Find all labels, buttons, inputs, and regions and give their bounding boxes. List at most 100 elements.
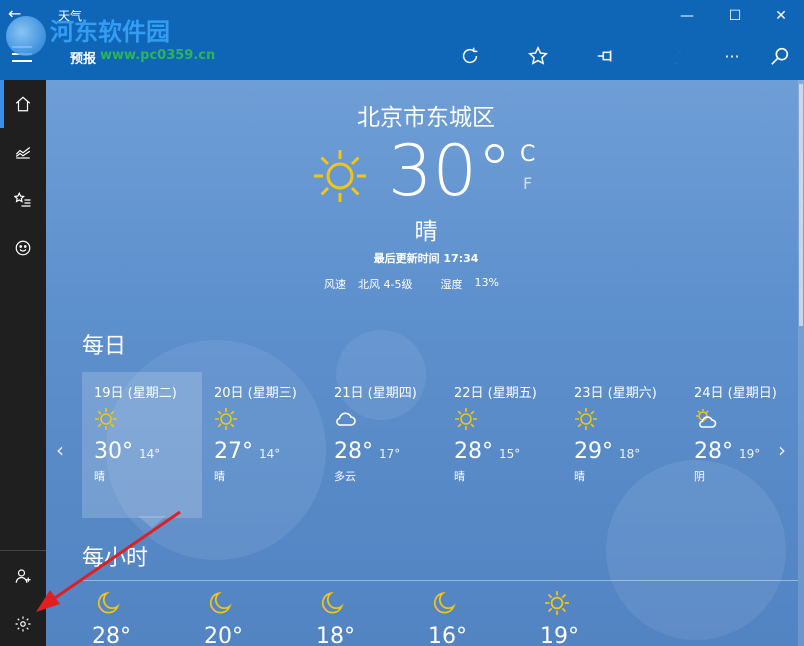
unit-fahrenheit-toggle[interactable]: F (523, 174, 532, 193)
hour-item[interactable]: 19° (540, 590, 620, 646)
day-low: 19° (739, 447, 761, 461)
day-condition: 晴 (574, 470, 585, 483)
home-icon (15, 96, 31, 112)
day-card[interactable]: 22日 (星期五) 28° 15° 晴 (442, 372, 562, 518)
day-high: 28° (454, 439, 493, 464)
active-indicator (0, 80, 4, 128)
hour-temperature: 19° (540, 624, 579, 646)
moon-icon (672, 47, 681, 65)
scrollbar[interactable] (798, 80, 804, 646)
favorite-star-icon (528, 46, 548, 65)
day-condition: 多云 (334, 470, 356, 483)
day-card[interactable]: 23日 (星期六) 29° 18° 晴 (562, 372, 682, 518)
humidity-value: 13% (474, 276, 499, 289)
sun-icon (545, 591, 569, 615)
humidity-label: 湿度 (440, 278, 463, 291)
moon-icon (97, 591, 120, 614)
hour-item[interactable]: 16° (428, 590, 508, 646)
current-temperature: 30° (388, 130, 513, 212)
feedback-smile-icon (15, 240, 31, 256)
hour-item[interactable]: 20° (204, 590, 284, 646)
sidebar-item-historical[interactable] (0, 128, 46, 176)
day-name: 22日 (星期五) (454, 386, 537, 401)
hour-temperature: 28° (92, 624, 131, 646)
day-high: 27° (214, 439, 253, 464)
hour-temperature: 20° (204, 624, 243, 646)
sidebar (0, 80, 46, 646)
daily-forecast-strip: 19日 (星期二) 30° 14° 晴 20日 (星期三) 27° 14° 晴 21… (82, 372, 802, 518)
day-low: 18° (619, 447, 641, 461)
app-bar: 预报 ··· (0, 32, 804, 80)
location-name[interactable]: 北京市东城区 (326, 98, 526, 132)
moon-icon (321, 591, 344, 614)
day-name: 24日 (星期日) (694, 386, 777, 401)
sidebar-item-account[interactable] (0, 552, 46, 600)
day-condition: 晴 (214, 470, 225, 483)
sun-icon (575, 408, 597, 430)
hourly-divider (82, 580, 798, 581)
maximize-button[interactable]: ☐ (712, 0, 758, 32)
day-name: 21日 (星期四) (334, 386, 417, 401)
moon-icon (209, 591, 232, 614)
last-updated: 最后更新时间 17:34 (373, 252, 479, 265)
refresh-button[interactable] (452, 40, 488, 72)
minimize-button[interactable]: — (664, 0, 710, 32)
more-button[interactable]: ··· (714, 40, 750, 72)
favorite-button[interactable] (520, 40, 556, 72)
refresh-icon (462, 47, 478, 64)
sun-icon (455, 408, 477, 430)
account-add-icon (15, 569, 31, 583)
back-button[interactable]: ← (8, 4, 21, 23)
search-button[interactable] (762, 40, 798, 72)
hourly-section-title: 每小时 (82, 546, 149, 571)
day-high: 29° (574, 439, 613, 464)
favorites-list-icon (14, 191, 31, 207)
scrollbar-thumb[interactable] (799, 84, 803, 326)
sidebar-item-feedback[interactable] (0, 224, 46, 272)
pin-icon (597, 50, 612, 62)
day-low: 17° (379, 447, 401, 461)
window-title: 天气 (58, 9, 83, 23)
title-bar: ← 天气 — ☐ ✕ (0, 0, 804, 32)
hour-item[interactable]: 28° (92, 590, 172, 646)
close-button[interactable]: ✕ (758, 0, 804, 32)
hamburger-menu-icon[interactable] (12, 46, 32, 62)
day-low: 14° (139, 447, 161, 461)
search-icon (771, 47, 789, 65)
unit-celsius-toggle[interactable]: C (520, 142, 535, 167)
wind-label: 风速 (324, 278, 346, 291)
sun-icon (215, 408, 237, 430)
day-name: 23日 (星期六) (574, 386, 657, 401)
day-condition: 晴 (94, 470, 105, 483)
hour-item[interactable]: 18° (316, 590, 396, 646)
day-high: 28° (334, 439, 373, 464)
day-card[interactable]: 19日 (星期二) 30° 14° 晴 (82, 372, 202, 518)
pin-button[interactable] (588, 40, 624, 72)
day-name: 20日 (星期三) (214, 386, 297, 401)
sidebar-item-forecast[interactable] (0, 80, 46, 128)
sidebar-divider (0, 550, 46, 551)
moon-icon (433, 591, 456, 614)
day-condition: 晴 (454, 470, 465, 483)
day-high: 30° (94, 439, 133, 464)
day-low: 14° (259, 447, 281, 461)
daily-prev-arrow[interactable]: ‹ (56, 438, 64, 462)
day-low: 15° (499, 447, 521, 461)
sidebar-item-settings[interactable] (0, 600, 46, 646)
theme-toggle-button[interactable] (656, 40, 692, 72)
daily-section-title: 每日 (82, 334, 127, 359)
day-card[interactable]: 20日 (星期三) 27° 14° 晴 (202, 372, 322, 518)
current-condition: 晴 (414, 219, 438, 245)
sidebar-item-places[interactable] (0, 176, 46, 224)
settings-gear-icon (15, 616, 31, 632)
day-card[interactable]: 21日 (星期四) 28° 17° 多云 (322, 372, 442, 518)
cloud-icon (336, 412, 356, 426)
hour-temperature: 16° (428, 624, 467, 646)
day-condition: 阴 (694, 470, 705, 483)
day-card[interactable]: 24日 (星期日) 28° 19° 阴 (682, 372, 802, 518)
day-high: 28° (694, 439, 733, 464)
current-details: 风速 北风 4-5级 湿度 13% (324, 276, 511, 292)
sun-icon (314, 150, 366, 202)
forecast-panel: 北京市东城区 30° C F 晴 最后更新时间 17:34 风速 北风 4-5级… (46, 80, 804, 646)
day-name: 19日 (星期二) (94, 386, 177, 401)
